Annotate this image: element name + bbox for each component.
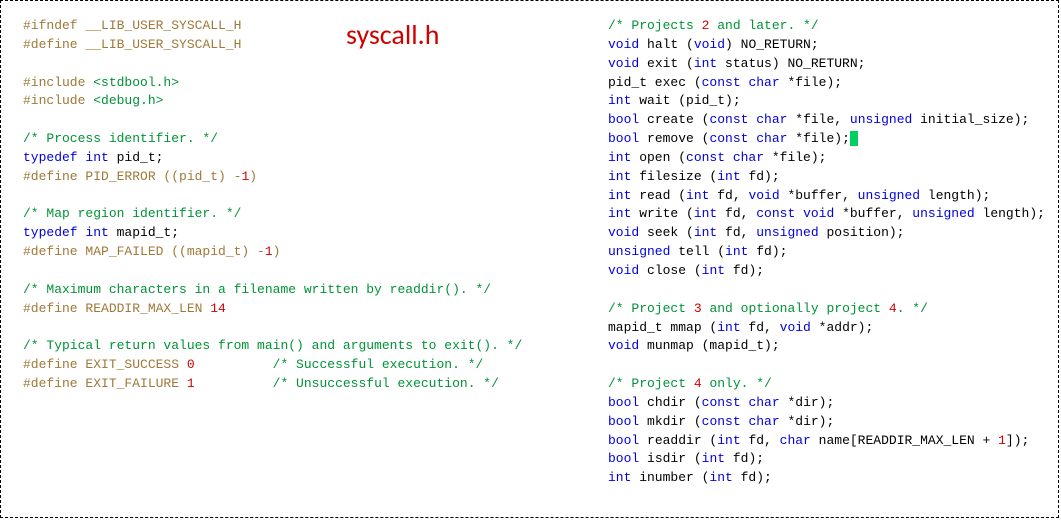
- text-cursor: [850, 131, 858, 146]
- right-column: /* Projects 2 and later. */ void halt (v…: [586, 1, 1058, 517]
- left-code: #ifndef __LIB_USER_SYSCALL_H #define __L…: [23, 17, 586, 394]
- left-column: #ifndef __LIB_USER_SYSCALL_H #define __L…: [1, 1, 586, 517]
- right-code: /* Projects 2 and later. */ void halt (v…: [608, 17, 1058, 488]
- code-box: syscall.h #ifndef __LIB_USER_SYSCALL_H #…: [0, 0, 1059, 518]
- file-title: syscall.h: [346, 15, 439, 54]
